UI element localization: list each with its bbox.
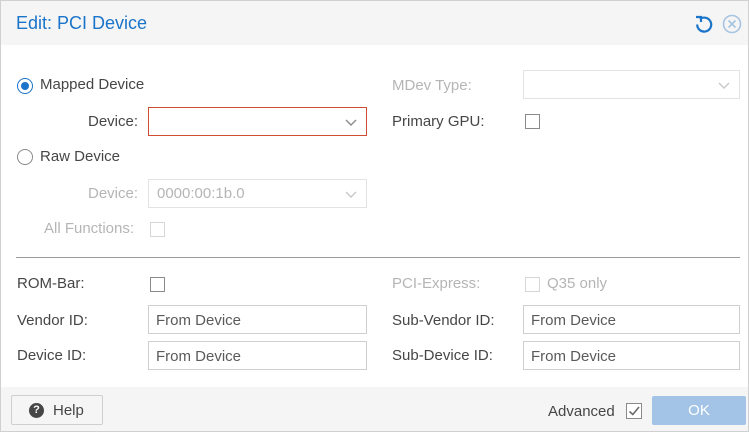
pci-express-option-label: Q35 only [547,275,608,292]
device-id-field[interactable] [148,341,367,370]
help-button-label: Help [53,402,84,419]
advanced-checkbox[interactable] [626,403,642,419]
mdev-type-select [523,70,740,99]
close-icon[interactable] [722,14,742,34]
dialog-header: Edit: PCI Device [1,1,748,45]
raw-device-select: 0000:00:1b.0 [148,179,367,208]
pci-express-checkbox [525,277,540,292]
device-id-label: Device ID: [17,347,87,364]
ok-button[interactable]: OK [652,396,746,425]
sub-vendor-id-field[interactable] [523,305,740,334]
mapped-device-radio[interactable] [17,78,33,94]
mapped-device-select[interactable] [148,107,367,136]
vendor-id-label: Vendor ID: [17,312,88,329]
section-divider [16,257,740,258]
mapped-device-field-label: Device: [88,113,139,130]
help-button[interactable]: ? Help [11,395,103,425]
pci-device-dialog: Edit: PCI Device Mapped Device Device: R… [0,0,749,432]
sub-vendor-id-input[interactable] [531,310,732,330]
vendor-id-input[interactable] [156,310,359,330]
rom-bar-label: ROM-Bar: [17,275,85,292]
dialog-footer: ? Help Advanced OK [1,387,748,431]
chevron-down-icon [345,191,357,198]
sub-vendor-id-label: Sub-Vendor ID: [392,312,495,329]
raw-device-value: 0000:00:1b.0 [157,185,245,202]
dialog-title: Edit: PCI Device [16,13,148,33]
checkmark-icon [628,406,640,416]
rom-bar-checkbox[interactable] [150,277,165,292]
help-icon: ? [29,403,44,418]
vendor-id-field[interactable] [148,305,367,334]
primary-gpu-checkbox[interactable] [525,114,540,129]
sub-device-id-input[interactable] [531,346,732,366]
raw-device-label: Raw Device [40,148,121,165]
chevron-down-icon [345,119,357,126]
sub-device-id-label: Sub-Device ID: [392,347,493,364]
primary-gpu-label: Primary GPU: [392,113,485,130]
mapped-device-label: Mapped Device [40,76,145,93]
chevron-down-icon [718,82,730,89]
advanced-label: Advanced [548,403,615,420]
raw-device-field-label: Device: [88,185,139,202]
all-functions-checkbox [150,222,165,237]
mdev-type-label: MDev Type: [392,77,472,94]
all-functions-label: All Functions: [44,220,135,237]
raw-device-radio[interactable] [17,149,33,165]
reset-icon[interactable] [694,14,714,34]
device-id-input[interactable] [156,346,359,366]
pci-express-label: PCI-Express: [392,275,481,292]
sub-device-id-field[interactable] [523,341,740,370]
